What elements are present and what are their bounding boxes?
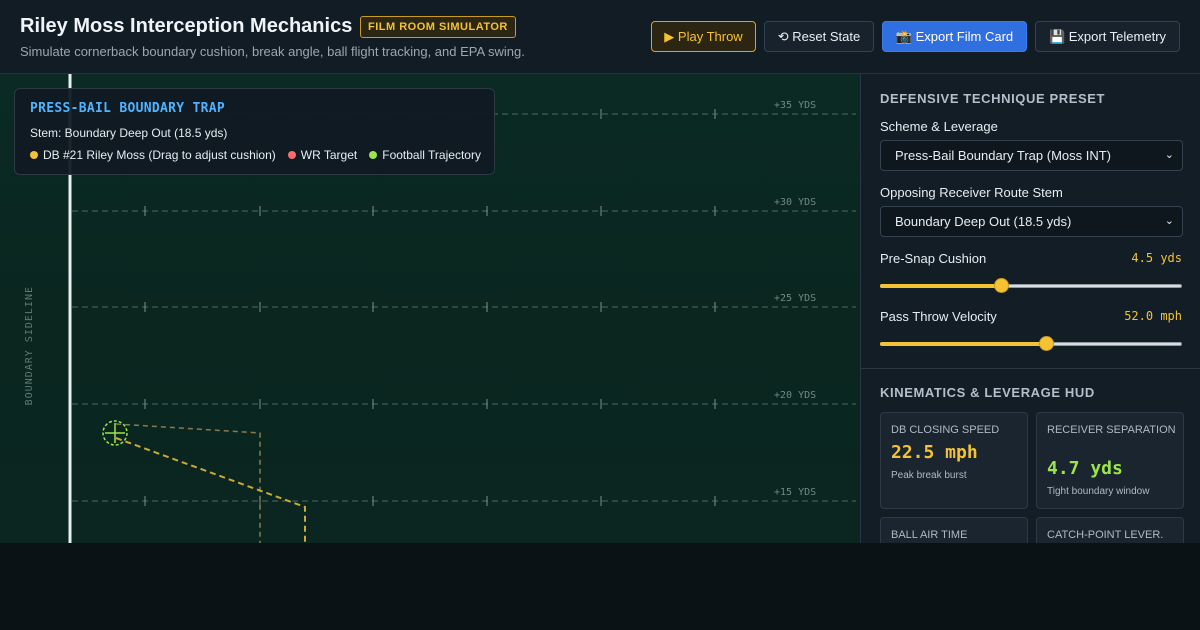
scheme-select-value: Press-Bail Boundary Trap (Moss INT) xyxy=(895,148,1112,163)
hud-card-separation: RECEIVER SEPARATION 4.7 yds Tight bounda… xyxy=(1036,412,1184,509)
yard-label: +30 YDS xyxy=(774,197,816,208)
legend-dot xyxy=(30,151,38,159)
card-label: CATCH-POINT LEVER. xyxy=(1047,529,1164,541)
legend-label: Football Trajectory xyxy=(382,148,481,162)
scheme-select[interactable]: Press-Bail Boundary Trap (Moss INT) ⌄ xyxy=(880,140,1183,171)
overlay-stem: Stem: Boundary Deep Out (18.5 yds) xyxy=(30,126,228,140)
export-telemetry-button[interactable]: 💾 Export Telemetry xyxy=(1035,21,1180,52)
legend: DB #21 Riley Moss (Drag to adjust cushio… xyxy=(30,148,481,162)
app-header: Riley Moss Interception Mechanics FILM R… xyxy=(0,0,1200,74)
field-canvas[interactable]: +35 YDS +30 YDS +25 YDS +20 YDS +15 YDS … xyxy=(0,74,860,543)
cushion-slider[interactable] xyxy=(880,278,1182,294)
cushion-label: Pre-Snap Cushion xyxy=(880,251,987,266)
control-panel: DEFENSIVE TECHNIQUE PRESET Scheme & Leve… xyxy=(860,74,1200,543)
play-throw-button[interactable]: ▶ Play Throw xyxy=(651,21,756,52)
velocity-slider[interactable] xyxy=(880,336,1182,352)
slider-fill xyxy=(880,284,1001,288)
chevron-down-icon: ⌄ xyxy=(1164,215,1174,227)
legend-label: WR Target xyxy=(300,148,358,162)
card-value: 22.5 mph xyxy=(891,442,978,463)
db-path xyxy=(115,437,306,543)
card-label: RECEIVER SEPARATION xyxy=(1047,424,1176,436)
route-stem-label: Opposing Receiver Route Stem xyxy=(880,185,1063,200)
slider-fill xyxy=(880,342,1047,346)
play-overlay: PRESS-BAIL BOUNDARY TRAP Stem: Boundary … xyxy=(14,88,495,175)
yard-label: +15 YDS xyxy=(774,487,816,498)
sideline-label: BOUNDARY SIDELINE xyxy=(24,286,35,406)
export-film-card-button[interactable]: 📸 Export Film Card xyxy=(882,21,1027,52)
cushion-value: 4.5 yds xyxy=(1131,251,1182,265)
velocity-value: 52.0 mph xyxy=(1124,309,1182,323)
hud-card-closing-speed: DB CLOSING SPEED 22.5 mph Peak break bur… xyxy=(880,412,1028,509)
card-value: 4.7 yds xyxy=(1047,458,1123,479)
legend-item: Football Trajectory xyxy=(369,148,481,162)
slider-thumb[interactable] xyxy=(993,278,1009,293)
card-note: Peak break burst xyxy=(891,470,967,481)
reset-state-button[interactable]: ⟲ Reset State xyxy=(764,21,874,52)
page-subtitle: Simulate cornerback boundary cushion, br… xyxy=(20,44,525,59)
scheme-label: Scheme & Leverage xyxy=(880,119,998,134)
hud-section-title: KINEMATICS & LEVERAGE HUD xyxy=(880,385,1095,400)
yard-label: +20 YDS xyxy=(774,390,816,401)
card-label: DB CLOSING SPEED xyxy=(891,424,1000,436)
legend-dot xyxy=(287,151,296,159)
card-note: Tight boundary window xyxy=(1047,486,1150,497)
chevron-down-icon: ⌄ xyxy=(1164,149,1174,161)
yard-label: +35 YDS xyxy=(774,100,816,111)
route-stem-select[interactable]: Boundary Deep Out (18.5 yds) ⌄ xyxy=(880,206,1183,237)
yard-label: +25 YDS xyxy=(774,293,816,304)
db-marker[interactable] xyxy=(102,420,128,446)
velocity-label: Pass Throw Velocity xyxy=(880,309,997,324)
hud-card-catch-point: CATCH-POINT LEVER. xyxy=(1036,517,1184,543)
slider-thumb[interactable] xyxy=(1039,336,1055,351)
legend-item: WR Target xyxy=(287,148,358,162)
route-stem-select-value: Boundary Deep Out (18.5 yds) xyxy=(895,214,1072,229)
simulator-badge: FILM ROOM SIMULATOR xyxy=(360,16,516,38)
legend-dot xyxy=(369,151,378,159)
page-title: Riley Moss Interception Mechanics xyxy=(20,15,353,37)
legend-label: DB #21 Riley Moss (Drag to adjust cushio… xyxy=(43,148,276,162)
overlay-title: PRESS-BAIL BOUNDARY TRAP xyxy=(30,101,226,116)
page-footer-area xyxy=(0,543,1200,630)
preset-section-title: DEFENSIVE TECHNIQUE PRESET xyxy=(880,91,1106,106)
hud-card-air-time: BALL AIR TIME xyxy=(880,517,1028,543)
section-divider xyxy=(861,368,1200,369)
legend-item: DB #21 Riley Moss (Drag to adjust cushio… xyxy=(30,148,276,162)
card-label: BALL AIR TIME xyxy=(891,529,968,541)
